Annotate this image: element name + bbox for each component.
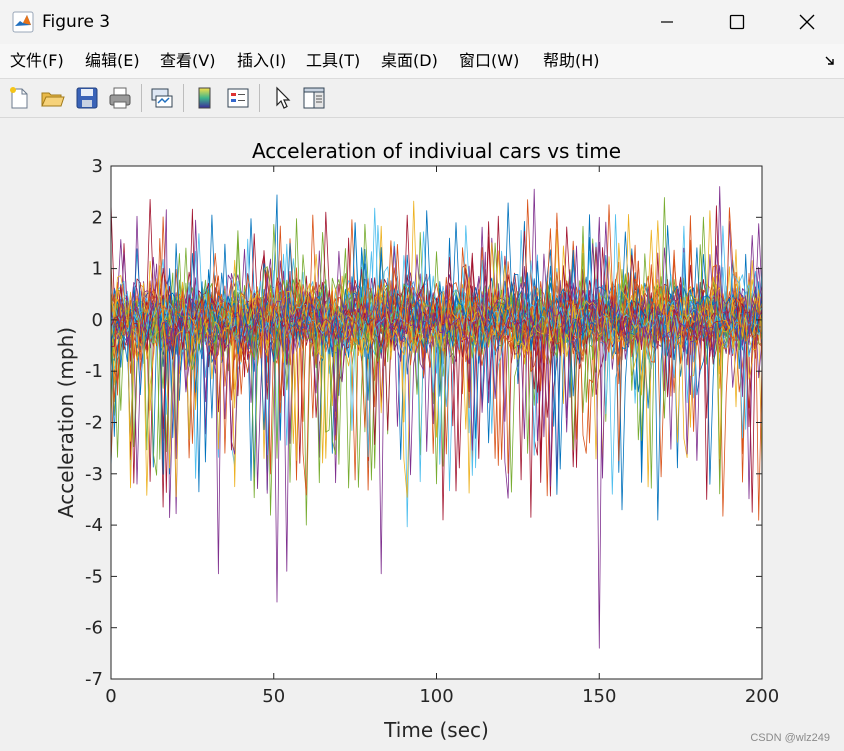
legend-icon[interactable] (224, 84, 252, 112)
menu-file[interactable]: 文件(F) (10, 44, 64, 78)
y-tick-label: -2 (85, 413, 103, 434)
menu-help[interactable]: 帮助(H) (543, 44, 600, 78)
figure-window: Figure 3 文件(F) 编辑(E) 查看(V) 插入(I) 工具(T) 桌… (0, 0, 844, 751)
figure-toolbar (0, 79, 844, 118)
y-tick-label: -3 (85, 464, 103, 485)
y-tick-label: -6 (85, 618, 103, 639)
menu-bar: 文件(F) 编辑(E) 查看(V) 插入(I) 工具(T) 桌面(D) 窗口(W… (0, 44, 844, 79)
x-tick-label: 200 (745, 686, 779, 707)
window-title: Figure 3 (42, 12, 111, 32)
menu-tools[interactable]: 工具(T) (306, 44, 360, 78)
figure-canvas: 0 50 100 150 200 -7 -6 -5 -4 -3 -2 -1 0 1 2 3 Accelerati… (0, 118, 844, 751)
toolbar-separator (259, 84, 260, 112)
minimize-button[interactable] (632, 0, 702, 44)
minimize-icon (661, 21, 673, 23)
menu-insert[interactable]: 插入(I) (237, 44, 286, 78)
x-tick-label: 100 (419, 686, 453, 707)
x-tick-label: 0 (105, 686, 116, 707)
new-figure-icon[interactable] (5, 84, 33, 112)
close-icon (799, 14, 815, 30)
title-bar[interactable]: Figure 3 (0, 0, 844, 44)
dock-arrow-icon[interactable] (824, 55, 836, 67)
y-tick-label: -1 (85, 361, 103, 382)
x-tick-label: 150 (582, 686, 616, 707)
menu-edit[interactable]: 编辑(E) (85, 44, 140, 78)
property-inspector-icon[interactable] (300, 84, 328, 112)
edit-plot-arrow-icon[interactable] (268, 84, 296, 112)
maximize-icon (729, 14, 745, 30)
y-tick-label: 0 (92, 310, 103, 331)
y-tick-label: -4 (85, 515, 103, 536)
colorbar-icon[interactable] (191, 84, 219, 112)
open-file-icon[interactable] (38, 84, 66, 112)
chart-title: Acceleration of indiviual cars vs time (252, 139, 621, 163)
menu-desktop[interactable]: 桌面(D) (381, 44, 438, 78)
menu-view[interactable]: 查看(V) (160, 44, 215, 78)
y-tick-label: 2 (92, 207, 103, 228)
print-icon[interactable] (106, 84, 134, 112)
matlab-logo-icon (12, 11, 34, 33)
y-tick-label: 3 (92, 156, 103, 177)
y-tick-label: 1 (92, 259, 103, 280)
y-axis-label: Acceleration (mph) (54, 327, 78, 518)
watermark: CSDN @wlz249 (750, 732, 830, 744)
maximize-button[interactable] (702, 0, 772, 44)
x-tick-label: 50 (262, 686, 285, 707)
menu-window[interactable]: 窗口(W) (459, 44, 519, 78)
acceleration-chart[interactable]: 0 50 100 150 200 -7 -6 -5 -4 -3 -2 -1 0 1 2 3 Accelerati… (0, 118, 844, 751)
link-plot-icon[interactable] (148, 84, 176, 112)
toolbar-separator (141, 84, 142, 112)
toolbar-separator (183, 84, 184, 112)
save-icon[interactable] (73, 84, 101, 112)
y-tick-label: -5 (85, 566, 103, 587)
close-button[interactable] (772, 0, 842, 44)
x-axis-label: Time (sec) (383, 718, 489, 742)
y-tick-label: -7 (85, 669, 103, 690)
